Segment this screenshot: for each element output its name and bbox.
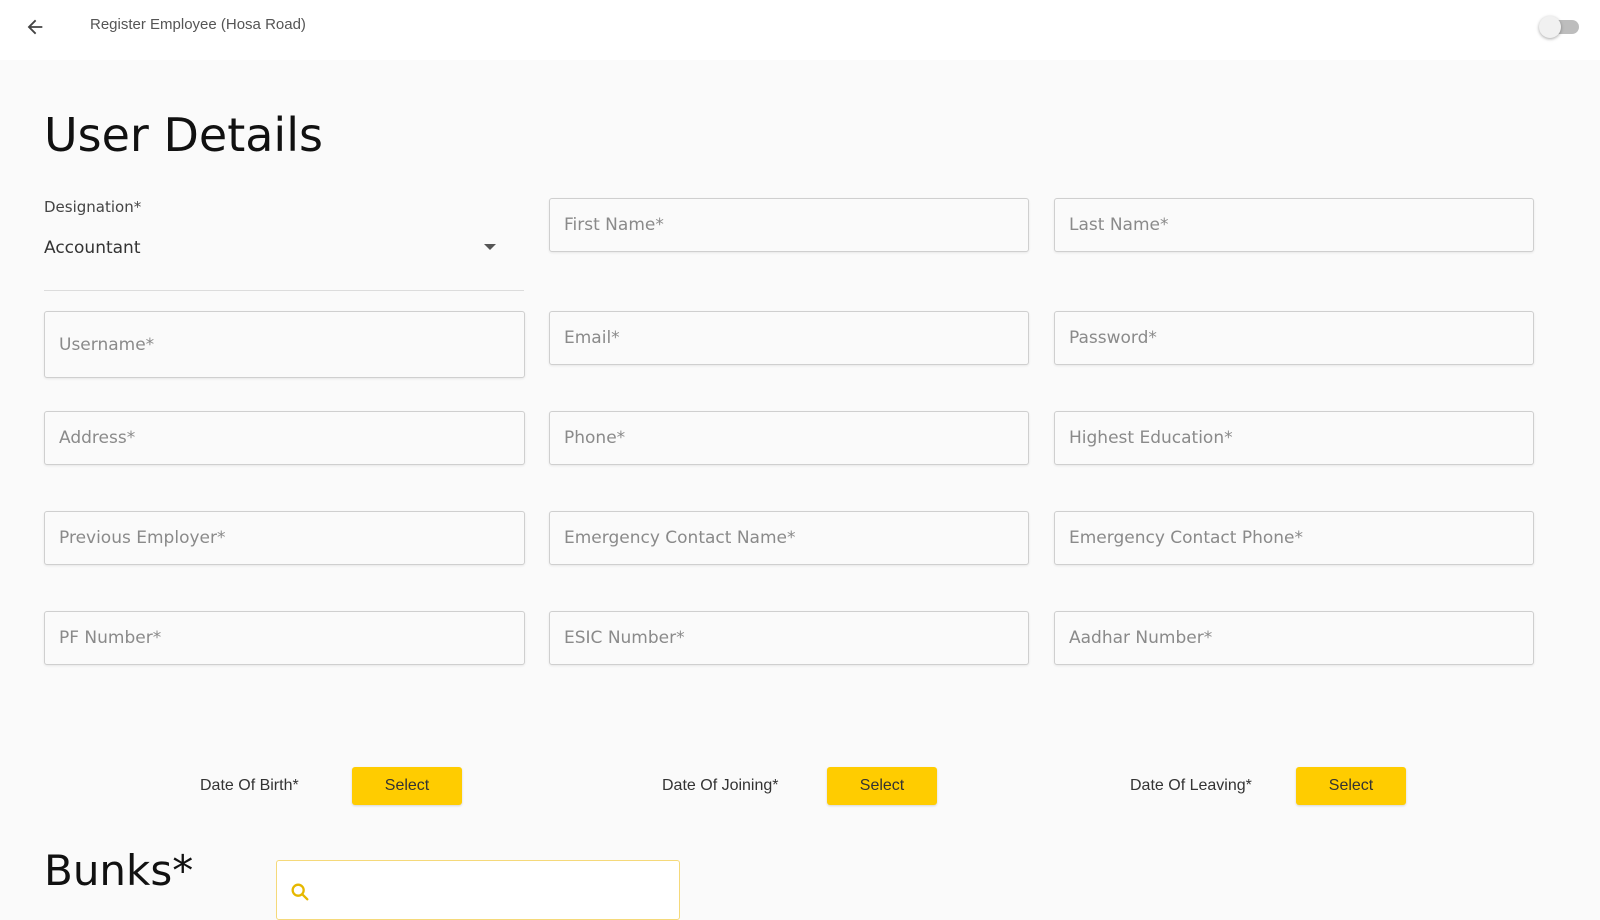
top-bar: Register Employee (Hosa Road): [0, 0, 1600, 60]
designation-value: Accountant: [44, 238, 141, 258]
date-of-leaving-label: Date Of Leaving*: [1130, 777, 1252, 794]
last-name-input[interactable]: [1054, 198, 1534, 252]
aadhar-number-input[interactable]: [1054, 611, 1534, 665]
username-input[interactable]: [44, 311, 525, 378]
highest-education-input[interactable]: [1054, 411, 1534, 465]
chevron-down-icon: [484, 244, 496, 250]
page-header-title: Register Employee (Hosa Road): [90, 16, 306, 33]
address-input[interactable]: [44, 411, 525, 465]
bunks-search-input[interactable]: [276, 860, 680, 920]
previous-employer-input[interactable]: [44, 511, 525, 565]
date-of-joining-label: Date Of Joining*: [662, 777, 779, 794]
date-of-birth-label: Date Of Birth*: [200, 777, 299, 794]
emergency-contact-name-input[interactable]: [549, 511, 1029, 565]
first-name-input[interactable]: [549, 198, 1029, 252]
date-of-leaving-select-button[interactable]: Select: [1296, 767, 1406, 805]
page-title: User Details: [44, 108, 323, 162]
toggle-thumb: [1539, 16, 1561, 38]
bunks-title: Bunks*: [44, 846, 194, 895]
esic-number-input[interactable]: [549, 611, 1029, 665]
email-input[interactable]: [549, 311, 1029, 365]
date-of-birth-select-button[interactable]: Select: [352, 767, 462, 805]
designation-select[interactable]: Designation* Accountant: [44, 196, 524, 291]
emergency-contact-phone-input[interactable]: [1054, 511, 1534, 565]
phone-input[interactable]: [549, 411, 1029, 465]
date-of-joining-select-button[interactable]: Select: [827, 767, 937, 805]
arrow-left-icon: [27, 19, 43, 35]
pf-number-input[interactable]: [44, 611, 525, 665]
header-toggle[interactable]: [1537, 14, 1583, 38]
password-input[interactable]: [1054, 311, 1534, 365]
designation-label: Designation*: [44, 198, 142, 216]
back-button[interactable]: [20, 12, 50, 42]
